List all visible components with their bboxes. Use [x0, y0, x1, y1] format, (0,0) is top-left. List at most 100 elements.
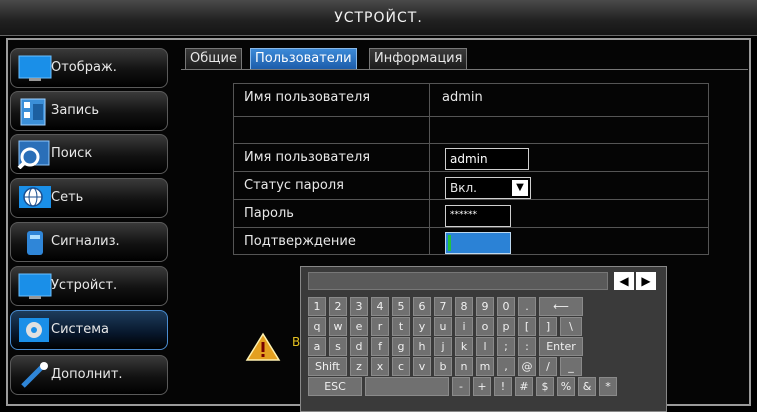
- keyboard-key[interactable]: 7: [434, 297, 452, 316]
- keyboard-key[interactable]: d: [350, 337, 368, 356]
- keyboard-input-field[interactable]: [308, 272, 608, 290]
- keyboard-key[interactable]: a: [308, 337, 326, 356]
- keyboard-key[interactable]: /: [539, 357, 557, 376]
- sidebar-item-label: Система: [51, 322, 110, 337]
- keyboard-key[interactable]: \: [560, 317, 582, 336]
- sidebar-item-display[interactable]: Отображ.: [10, 48, 168, 88]
- keyboard-key[interactable]: Shift: [308, 357, 347, 376]
- keyboard-key[interactable]: +: [473, 377, 491, 396]
- keyboard-key[interactable]: q: [308, 317, 326, 336]
- keyboard-key[interactable]: ]: [539, 317, 557, 336]
- magnifier-icon: [17, 139, 53, 170]
- keyboard-key[interactable]: 0: [497, 297, 515, 316]
- keyboard-key[interactable]: v: [413, 357, 431, 376]
- wrench-icon: [17, 360, 53, 390]
- gear-icon: [17, 315, 53, 345]
- keyboard-key[interactable]: *: [599, 377, 617, 396]
- keyboard-key[interactable]: j: [434, 337, 452, 356]
- keyboard-key[interactable]: i: [455, 317, 473, 336]
- monitor-icon: [17, 271, 53, 301]
- user-list-header-row: Имя пользователя admin: [233, 83, 709, 117]
- sidebar-item-system[interactable]: Система: [10, 310, 168, 350]
- keyboard-key[interactable]: o: [476, 317, 494, 336]
- keyboard-key[interactable]: -: [452, 377, 470, 396]
- keyboard-key[interactable]: y: [413, 317, 431, 336]
- keyboard-key[interactable]: x: [371, 357, 389, 376]
- keyboard-key[interactable]: [: [518, 317, 536, 336]
- keyboard-key[interactable]: s: [329, 337, 347, 356]
- sidebar-item-network[interactable]: Сеть: [10, 178, 168, 218]
- keyboard-key[interactable]: f: [371, 337, 389, 356]
- sidebar-item-label: Дополнит.: [51, 367, 123, 382]
- keyboard-key[interactable]: w: [329, 317, 347, 336]
- keyboard-key[interactable]: l: [476, 337, 494, 356]
- empty-cell: [430, 117, 708, 143]
- password-label: Пароль: [234, 200, 430, 227]
- virtual-keyboard: ◀ ▶ 1 2 3 4 5 6 7 8 9 0. ⟵ q w e r t y u i o p[] \ a s d f g h j k l;:…: [300, 266, 667, 412]
- keyboard-key[interactable]: 1: [308, 297, 326, 316]
- keyboard-key[interactable]: u: [434, 317, 452, 336]
- username-field[interactable]: admin: [445, 148, 529, 170]
- tab-users[interactable]: Пользователи: [250, 48, 357, 70]
- keyboard-key[interactable]: t: [392, 317, 410, 336]
- keyboard-key[interactable]: .: [518, 297, 536, 316]
- keyboard-key[interactable]: 5: [392, 297, 410, 316]
- keyboard-key[interactable]: m: [476, 357, 494, 376]
- keyboard-key[interactable]: &: [578, 377, 596, 396]
- sidebar-item-label: Устройст.: [51, 278, 118, 293]
- chevron-right-icon[interactable]: ▶: [636, 272, 656, 290]
- keyboard-key[interactable]: ⟵: [539, 297, 583, 316]
- password-status-value: Вкл.: [450, 181, 477, 195]
- sidebar-item-label: Сигнализ.: [51, 234, 120, 249]
- keyboard-key[interactable]: n: [455, 357, 473, 376]
- password-field[interactable]: ******: [445, 205, 511, 227]
- keyboard-key[interactable]: ,: [497, 357, 515, 376]
- keyboard-key[interactable]: 2: [329, 297, 347, 316]
- keyboard-key[interactable]: 3: [350, 297, 368, 316]
- sidebar-item-advanced[interactable]: Дополнит.: [10, 355, 168, 395]
- confirm-password-field[interactable]: [445, 232, 511, 254]
- keyboard-key[interactable]: 9: [476, 297, 494, 316]
- keyboard-key[interactable]: _: [560, 357, 582, 376]
- keyboard-key[interactable]: $: [536, 377, 554, 396]
- keyboard-key[interactable]: b: [434, 357, 452, 376]
- username-label: Имя пользователя: [234, 144, 430, 171]
- alarm-icon: [17, 227, 53, 257]
- sidebar-item-device[interactable]: Устройст.: [10, 266, 168, 306]
- keyboard-key[interactable]: e: [350, 317, 368, 336]
- user-list-entry[interactable]: admin: [430, 84, 708, 116]
- keyboard-key[interactable]: @: [518, 357, 536, 376]
- sidebar-item-search[interactable]: Поиск: [10, 134, 168, 174]
- keyboard-key[interactable]: c: [392, 357, 410, 376]
- keyboard-key[interactable]: k: [455, 337, 473, 356]
- keyboard-key[interactable]: 6: [413, 297, 431, 316]
- sidebar-item-alarm[interactable]: Сигнализ.: [10, 222, 168, 262]
- keyboard-key[interactable]: r: [371, 317, 389, 336]
- keyboard-key[interactable]: !: [494, 377, 512, 396]
- keyboard-key[interactable]: 8: [455, 297, 473, 316]
- keyboard-key[interactable]: #: [515, 377, 533, 396]
- keyboard-key[interactable]: %: [557, 377, 575, 396]
- keyboard-key[interactable]: ESC: [308, 377, 362, 396]
- globe-icon: [17, 183, 53, 213]
- keyboard-key[interactable]: ;: [497, 337, 515, 356]
- empty-row: [233, 117, 709, 144]
- keyboard-key[interactable]: [365, 377, 449, 396]
- chevron-down-icon[interactable]: ▼: [512, 180, 528, 196]
- text-cursor: [448, 235, 451, 251]
- keyboard-key[interactable]: Enter: [539, 337, 583, 356]
- chevron-left-icon[interactable]: ◀: [614, 272, 634, 290]
- keyboard-key[interactable]: h: [413, 337, 431, 356]
- keyboard-key[interactable]: z: [350, 357, 368, 376]
- keyboard-key[interactable]: p: [497, 317, 515, 336]
- keyboard-key[interactable]: 4: [371, 297, 389, 316]
- password-status-select[interactable]: Вкл. ▼: [445, 177, 531, 199]
- username-column-label: Имя пользователя: [234, 84, 430, 116]
- password-status-label: Статус пароля: [234, 172, 430, 199]
- sidebar-item-record[interactable]: Запись: [10, 91, 168, 131]
- empty-cell: [234, 117, 430, 143]
- keyboard-key[interactable]: :: [518, 337, 536, 356]
- keyboard-key[interactable]: g: [392, 337, 410, 356]
- tab-general[interactable]: Общие: [185, 48, 242, 70]
- tab-info[interactable]: Информация: [369, 48, 468, 70]
